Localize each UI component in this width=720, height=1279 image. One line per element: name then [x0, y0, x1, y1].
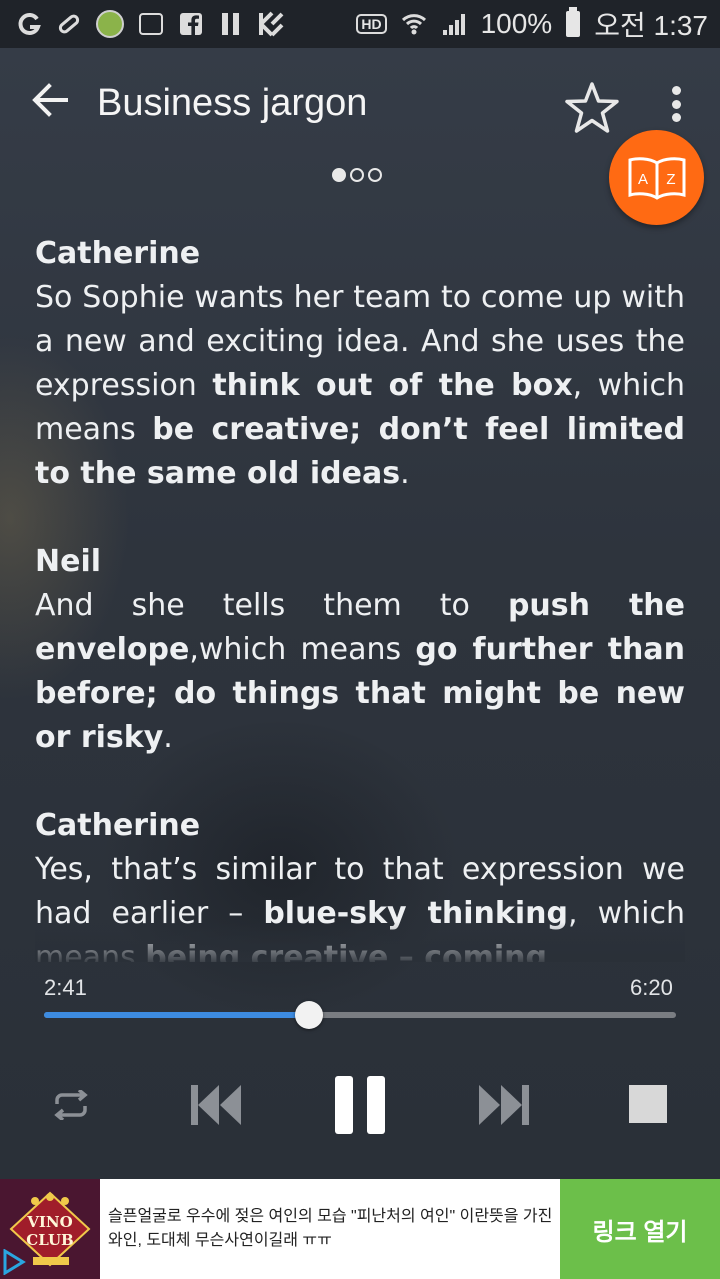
avatar-icon — [96, 10, 124, 38]
hd-voice-icon: HD — [356, 14, 387, 34]
stop-icon — [629, 1085, 667, 1123]
total-time: 6:20 — [630, 975, 673, 1000]
star-outline-icon — [565, 82, 619, 133]
ad-logo-line2: CLUB — [26, 1231, 73, 1249]
page-indicator[interactable] — [332, 168, 382, 182]
ad-banner[interactable]: VINO CLUB 슬픈얼굴로 우수에 젖은 여인의 모습 "피난처의 여인" … — [0, 1179, 720, 1279]
key-phrase[interactable]: being creative – coming — [145, 940, 547, 962]
repeat-button[interactable] — [46, 1080, 96, 1130]
status-bar: HD 100% 오전 1:37 — [0, 0, 720, 48]
stop-button[interactable] — [622, 1078, 674, 1130]
transcript-text: . — [400, 456, 410, 491]
pause-button[interactable] — [325, 1070, 395, 1140]
pill-icon — [56, 11, 82, 37]
battery-percent: 100% — [480, 8, 553, 39]
ad-text[interactable]: 슬픈얼굴로 우수에 젖은 여인의 모습 "피난처의 여인" 이란뜻을 가진 와인… — [108, 1205, 558, 1253]
transcript-text: ,which means — [189, 632, 416, 667]
transcript-paragraph[interactable]: So Sophie wants her team to come up with… — [35, 276, 685, 496]
key-phrase[interactable]: think out of the box — [212, 368, 572, 403]
previous-button[interactable] — [186, 1075, 246, 1135]
back-arrow-icon — [32, 83, 68, 117]
transcript[interactable]: Catherine So Sophie wants her team to com… — [35, 232, 685, 962]
seek-bar[interactable] — [44, 1001, 676, 1029]
wifi-icon — [401, 11, 427, 37]
battery-icon — [566, 7, 581, 37]
skip-previous-icon — [191, 1085, 241, 1125]
back-button[interactable] — [22, 72, 78, 128]
dictionary-button[interactable]: A Z — [609, 130, 704, 225]
skip-next-icon — [479, 1085, 529, 1125]
az-letter-z: Z — [666, 171, 675, 188]
dictionary-az-icon: A Z — [628, 156, 685, 200]
page-dot-1[interactable] — [332, 168, 346, 182]
more-vert-icon — [671, 86, 681, 95]
repeat-icon — [54, 1090, 88, 1120]
speaker-name: Catherine — [35, 808, 201, 843]
gallery-icon — [138, 11, 164, 37]
pause-icon — [335, 1076, 385, 1134]
ad-open-link-button[interactable]: 링크 열기 — [560, 1179, 720, 1279]
key-phrase[interactable]: blue-sky thinking — [263, 896, 568, 931]
transcript-text: . — [163, 720, 173, 755]
ad-logo-line1: VINO — [26, 1213, 72, 1231]
app-k-icon — [258, 11, 284, 37]
az-letter-a: A — [637, 171, 647, 188]
page-dot-3[interactable] — [368, 168, 382, 182]
transcript-paragraph[interactable]: Yes, that’s similar to that expression w… — [35, 848, 685, 962]
favorite-button[interactable] — [562, 78, 622, 138]
transcript-paragraph[interactable]: And she tells them to push the envelope,… — [35, 584, 685, 760]
page-dot-2[interactable] — [350, 168, 364, 182]
seek-bar-progress — [44, 1012, 310, 1018]
signal-icon — [441, 11, 467, 37]
transcript-text: And she tells them to — [35, 588, 508, 623]
next-button[interactable] — [474, 1075, 534, 1135]
ad-choices-icon[interactable] — [2, 1249, 26, 1275]
clock: 오전 1:37 — [594, 10, 708, 41]
system-icons: HD 100% 오전 1:37 — [356, 4, 708, 44]
playback-controls — [0, 1060, 720, 1150]
facebook-icon — [178, 11, 204, 37]
page-title: Business jargon — [97, 82, 368, 124]
speaker-name: Neil — [35, 544, 102, 579]
sync-app-icon — [16, 11, 42, 37]
more-options-button[interactable] — [660, 82, 692, 126]
notification-icons — [16, 10, 284, 38]
current-time: 2:41 — [44, 975, 87, 1000]
speaker-name: Catherine — [35, 236, 201, 271]
pause-notification-icon — [218, 11, 244, 37]
